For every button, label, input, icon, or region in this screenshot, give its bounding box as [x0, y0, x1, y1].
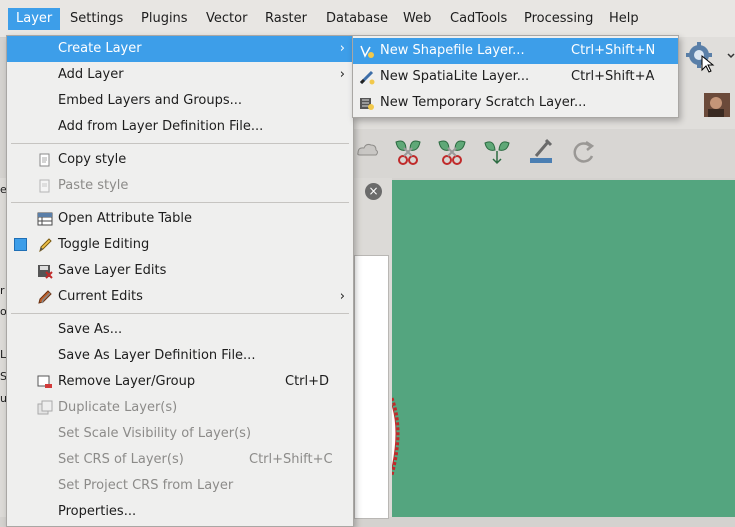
- map-canvas[interactable]: [392, 180, 735, 517]
- gear-cursor-icon[interactable]: [684, 40, 715, 73]
- copy-style-icon: [37, 152, 53, 168]
- menubar: Layer Settings Plugins Vector Raster Dat…: [0, 0, 735, 38]
- menu-item-set-project-crs[interactable]: Set Project CRS from Layer: [7, 473, 353, 499]
- submenu-item-new-spatialite[interactable]: New SpatiaLite Layer... Ctrl+Shift+A: [353, 64, 678, 90]
- menu-item-label: Paste style: [58, 178, 129, 193]
- menu-layer[interactable]: Layer: [8, 8, 61, 30]
- new-scratch-layer-icon: [359, 95, 375, 111]
- menu-item-toggle-editing[interactable]: Toggle Editing: [7, 232, 353, 258]
- menu-database[interactable]: Database: [318, 8, 396, 30]
- close-icon[interactable]: ×: [365, 183, 382, 200]
- menu-item-shortcut: Ctrl+Shift+C: [249, 452, 333, 467]
- menu-item-label: Set Scale Visibility of Layer(s): [58, 426, 252, 441]
- menu-item-open-attribute-table[interactable]: Open Attribute Table: [7, 206, 353, 232]
- menu-item-label: Create Layer: [58, 41, 142, 56]
- menu-item-label: Set CRS of Layer(s): [58, 452, 184, 467]
- menu-separator: [11, 202, 349, 203]
- remove-layer-icon: [37, 374, 53, 390]
- menu-separator: [11, 143, 349, 144]
- menu-item-remove-layer[interactable]: Remove Layer/Group Ctrl+D: [7, 369, 353, 395]
- menu-item-label: Remove Layer/Group: [58, 374, 196, 389]
- layer-menu: Create Layer › Add Layer › Embed Layers …: [6, 35, 354, 527]
- menu-item-label: Open Attribute Table: [58, 211, 193, 226]
- rotate-icon[interactable]: [570, 138, 600, 168]
- submenu-item-label: New Temporary Scratch Layer...: [380, 95, 587, 110]
- menu-plugins[interactable]: Plugins: [133, 8, 196, 30]
- left-edge-text-2: r: [0, 284, 5, 297]
- submenu-item-shortcut: Ctrl+Shift+A: [571, 69, 655, 84]
- menu-item-label: Toggle Editing: [58, 237, 150, 252]
- save-edits-icon: [37, 263, 53, 279]
- avatar[interactable]: [704, 93, 730, 117]
- menu-cadtools[interactable]: CadTools: [442, 8, 515, 30]
- menu-raster[interactable]: Raster: [257, 8, 315, 30]
- menu-settings[interactable]: Settings: [62, 8, 131, 30]
- menu-item-copy-style[interactable]: Copy style: [7, 147, 353, 173]
- menu-item-label: Add from Layer Definition File...: [58, 119, 264, 134]
- checkbox-checked[interactable]: [14, 238, 27, 251]
- new-shapefile-icon: [359, 43, 375, 59]
- new-spatialite-icon: [359, 69, 375, 85]
- menu-help[interactable]: Help: [601, 8, 647, 30]
- menu-item-create-layer[interactable]: Create Layer ›: [7, 36, 353, 62]
- menu-item-label: Save As...: [58, 322, 123, 337]
- menu-item-label: Embed Layers and Groups...: [58, 93, 242, 108]
- menu-vector[interactable]: Vector: [198, 8, 255, 30]
- current-edits-icon: [37, 289, 53, 305]
- menu-item-duplicate-layer[interactable]: Duplicate Layer(s): [7, 395, 353, 421]
- attribute-table-icon: [37, 211, 53, 227]
- menu-web[interactable]: Web: [395, 8, 439, 30]
- submenu-item-new-scratch-layer[interactable]: New Temporary Scratch Layer...: [353, 90, 678, 116]
- chevron-right-icon: ›: [339, 289, 345, 304]
- menu-item-label: Current Edits: [58, 289, 143, 304]
- chevron-right-icon: ›: [339, 41, 345, 56]
- menu-item-add-from-definition[interactable]: Add from Layer Definition File...: [7, 114, 353, 140]
- pencil-icon: [37, 237, 53, 253]
- merge-features-icon[interactable]: [482, 137, 512, 167]
- submenu-item-new-shapefile[interactable]: New Shapefile Layer... Ctrl+Shift+N: [353, 38, 678, 64]
- menu-item-embed-layers[interactable]: Embed Layers and Groups...: [7, 88, 353, 114]
- menu-item-label: Properties...: [58, 504, 137, 519]
- menu-item-label: Add Layer: [58, 67, 124, 82]
- menu-item-label: Set Project CRS from Layer: [58, 478, 234, 493]
- menu-item-add-layer[interactable]: Add Layer ›: [7, 62, 353, 88]
- menu-item-label: Copy style: [58, 152, 127, 167]
- menu-item-label: Save As Layer Definition File...: [58, 348, 256, 363]
- paste-style-icon: [37, 178, 53, 194]
- menu-item-label: Save Layer Edits: [58, 263, 167, 278]
- menu-item-paste-style[interactable]: Paste style: [7, 173, 353, 199]
- chevron-right-icon: ›: [339, 67, 345, 82]
- create-layer-submenu: New Shapefile Layer... Ctrl+Shift+N New …: [352, 35, 679, 118]
- panel-content: [354, 255, 389, 519]
- menu-processing[interactable]: Processing: [516, 8, 601, 30]
- menu-item-set-crs[interactable]: Set CRS of Layer(s) Ctrl+Shift+C: [7, 447, 353, 473]
- menu-item-shortcut: Ctrl+D: [285, 374, 330, 389]
- duplicate-layer-icon: [37, 400, 53, 416]
- submenu-item-shortcut: Ctrl+Shift+N: [571, 43, 656, 58]
- submenu-item-label: New Shapefile Layer...: [380, 43, 525, 58]
- menu-item-properties[interactable]: Properties...: [7, 499, 353, 525]
- offset-curve-icon[interactable]: [526, 136, 556, 166]
- menu-item-label: Duplicate Layer(s): [58, 400, 178, 415]
- chevron-down-icon[interactable]: [727, 48, 735, 78]
- menu-item-save-as-definition[interactable]: Save As Layer Definition File...: [7, 343, 353, 369]
- cloud-icon[interactable]: [354, 137, 384, 167]
- menu-item-set-scale-visibility[interactable]: Set Scale Visibility of Layer(s): [7, 421, 353, 447]
- menu-separator: [11, 313, 349, 314]
- menu-item-current-edits[interactable]: Current Edits ›: [7, 284, 353, 310]
- menu-item-save-layer-edits[interactable]: Save Layer Edits: [7, 258, 353, 284]
- menu-item-save-as[interactable]: Save As...: [7, 317, 353, 343]
- split-features-icon[interactable]: [392, 136, 422, 166]
- split-parts-icon[interactable]: [436, 136, 466, 166]
- submenu-item-label: New SpatiaLite Layer...: [380, 69, 530, 84]
